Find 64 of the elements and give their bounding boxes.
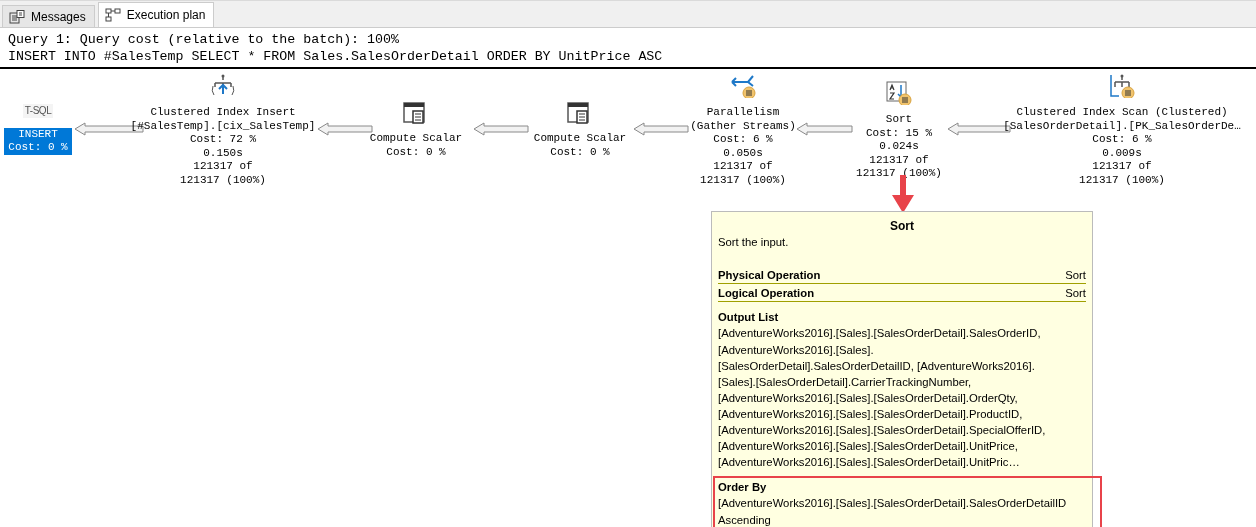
property-value: Sort	[1065, 286, 1086, 302]
cost-label: Cost: 72 %	[190, 133, 256, 147]
flow-arrow	[796, 122, 853, 136]
operator-name: Clustered Index Scan (Clustered)	[1016, 106, 1228, 120]
column-name: [SalesOrderDetail].SalesOrderDetailID, [AdventureWorks2016].	[718, 358, 1036, 374]
operator-name: [#SalesTemp].[cix_SalesTemp]	[130, 119, 316, 134]
cost-label: Cost: 0 %	[386, 145, 446, 160]
column-name: [Sales].[SalesOrderDetail].CarrierTrackingNumber,	[718, 374, 973, 390]
tab[interactable]: Execution plan	[97, 2, 215, 27]
column-name: [AdventureWorks2016].[Sales].[SalesOrderDetail].SpecialOfferID,	[718, 423, 1047, 439]
time-label: 0.024s	[879, 140, 919, 154]
selected-node[interactable]: INSERT Cost: 0 %	[4, 127, 72, 155]
row-count: 121317 of	[713, 160, 773, 174]
column-name: Ascending	[718, 512, 772, 527]
operator-name: INSERT	[18, 127, 58, 142]
section-heading: Output List	[718, 310, 780, 326]
column-name: [AdventureWorks2016].[Sales].[SalesOrderDetail].OrderQty,	[718, 390, 1019, 406]
insert-icon[interactable]	[210, 74, 236, 98]
column-name: [AdventureWorks2016].[Sales].[SalesOrderDetail].SalesOrderDetailID	[718, 496, 1068, 512]
flowchart-icon	[104, 8, 121, 22]
tsql-label: T-SQL	[22, 104, 54, 118]
cost-label: Cost: 0 %	[8, 141, 68, 155]
time-label: 0.009s	[1102, 146, 1142, 161]
arrow-icon[interactable]	[730, 74, 756, 98]
column-name: [AdventureWorks2016].[Sales].[SalesOrderDetail].UnitPric…	[718, 455, 1021, 471]
operator-name: (Gather Streams)	[690, 119, 796, 134]
flow-arrow	[633, 122, 689, 136]
tooltip-description: Sort the input.	[718, 235, 790, 251]
property-name: Logical Operation	[718, 286, 815, 302]
row-count: 121317 of	[869, 153, 929, 168]
column-name: [AdventureWorks2016].[Sales].[SalesOrderDetail].SalesOrderID,	[718, 326, 1042, 342]
sort-icon[interactable]	[886, 81, 912, 105]
flow-arrow	[473, 122, 529, 136]
row-count: 121317 (100%)	[180, 173, 266, 188]
row-count: 121317 of	[1092, 160, 1152, 174]
time-label: 0.150s	[203, 146, 243, 161]
operator-name: Parallelism	[706, 106, 780, 120]
query-cost-text: Query 1: Query cost (relative to the batch): 100%	[8, 31, 400, 48]
row-count: 121317 (100%)	[1079, 173, 1165, 188]
section-heading: Order By	[718, 480, 768, 496]
operator-name: Sort	[885, 113, 913, 127]
operator-name: [SalesOrderDetail].[PK_SalesOrderDe…	[1003, 119, 1241, 134]
document-icon	[9, 9, 25, 24]
column-name: [AdventureWorks2016].[Sales].[SalesOrderDetail].ProductID,	[718, 406, 1024, 422]
property-name: Physical Operation	[718, 268, 821, 284]
tooltip-title: Sort	[889, 218, 915, 235]
row-count: 121317 (100%)	[856, 167, 942, 181]
column-name: [AdventureWorks2016].[Sales].[SalesOrderDetail].UnitPrice,	[718, 439, 1019, 455]
operator-name: Compute Scalar	[369, 132, 463, 146]
operator-name: Compute Scalar	[533, 132, 627, 146]
cost-label: Cost: 6 %	[713, 133, 773, 147]
operator-name: Clustered Index Insert	[150, 106, 296, 120]
cost-label: Cost: 15 %	[866, 126, 932, 141]
query-statement: INSERT INTO #SalesTemp SELECT * FROM Sales.SalesOrderDetail ORDER BY UnitPrice ASC	[8, 48, 664, 65]
row-count: 121317 of	[193, 160, 253, 174]
cost-label: Cost: 0 %	[550, 145, 610, 160]
tab[interactable]: Messages	[2, 5, 95, 27]
cost-label: Cost: 6 %	[1092, 133, 1152, 147]
column-name: [AdventureWorks2016].[Sales].	[718, 342, 875, 358]
property-value: Sort	[1065, 268, 1086, 284]
time-label: 0.050s	[723, 146, 763, 161]
row-count: 121317 (100%)	[700, 173, 786, 188]
scan-icon[interactable]	[1109, 74, 1135, 98]
flow-arrow	[317, 122, 373, 136]
